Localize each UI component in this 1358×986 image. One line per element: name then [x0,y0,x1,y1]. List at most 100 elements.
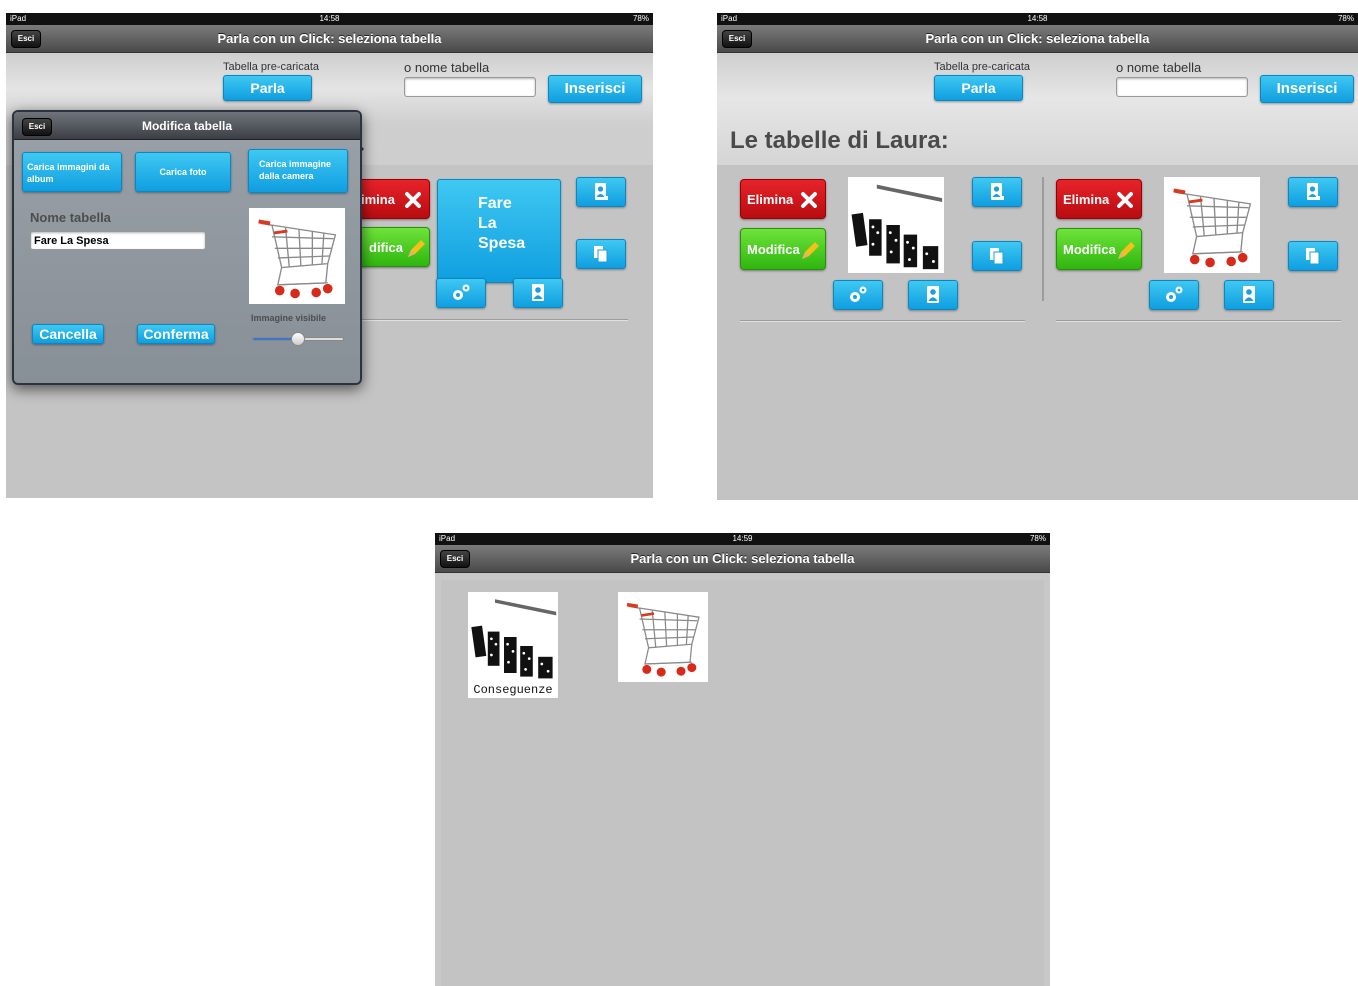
nav-title: Parla con un Click: seleziona tabella [925,31,1150,46]
person-card-icon [989,182,1005,202]
copy-icon [989,246,1005,266]
x-icon [405,192,421,208]
person-card-icon [1305,182,1321,202]
clock: 14:58 [1027,14,1048,23]
settings-button[interactable] [833,280,883,310]
visibility-label: Immagine visibile [251,313,327,323]
edit-button[interactable]: difica [354,227,430,267]
delete-label: imina [361,192,395,207]
edit-button[interactable]: Modifica [1056,228,1142,270]
delete-button[interactable]: imina [354,179,430,219]
visibility-slider[interactable] [252,332,344,346]
load-camera-button[interactable]: Carica immagine dalla camera [248,149,348,193]
open-table-line-2: La [478,215,497,232]
table-thumbnail[interactable] [848,177,944,273]
card-divider [356,319,628,321]
shopping-cart-image [618,592,708,682]
person-icon [1241,285,1257,305]
grid-area: Conseguenze [441,580,1044,986]
load-photo-button[interactable]: Carica foto [135,152,231,192]
status-bar: iPad 14:58 78% [717,13,1358,25]
delete-button[interactable]: Elimina [740,179,826,219]
battery-indicator: 78% [1029,534,1046,543]
profile-card-button[interactable] [1288,177,1338,207]
status-bar: iPad 14:59 78% [435,533,1050,545]
screen-table-grid: iPad 14:59 78% Esci Parla con un Click: … [435,533,1050,986]
x-icon [801,192,817,208]
open-table-line-1: Fare [478,195,512,212]
grid-item[interactable]: Conseguenze [468,592,558,698]
open-table-button[interactable]: Fare La Spesa [437,179,561,283]
copy-button[interactable] [1288,241,1338,271]
copy-button[interactable] [576,239,626,269]
battery-indicator: 78% [1337,14,1354,23]
grid-item-label: Conseguenze [473,683,553,697]
clock: 14:59 [732,534,753,543]
preloaded-table-label: Tabella pre-caricata [934,61,1030,73]
copy-icon [593,244,609,264]
table-image-preview [249,208,345,304]
edit-table-popover: Esci Modifica tabella Carica immagini da… [12,110,362,385]
delete-label: Elimina [747,192,794,207]
visibility-slider-knob[interactable] [291,332,305,346]
nav-bar: Esci Parla con un Click: seleziona tabel… [435,545,1050,573]
pencil-icon [802,242,819,259]
nav-bar: Esci Parla con un Click: seleziona tabel… [6,25,653,53]
tables-area: Elimina Modifica Elimina Modifica [717,165,1358,500]
insert-button[interactable]: Inserisci [1260,75,1354,103]
popover-title: Modifica tabella [141,119,233,133]
speak-button[interactable]: Parla [934,75,1023,101]
edit-label: Modifica [747,242,800,257]
delete-button[interactable]: Elimina [1056,179,1142,219]
edit-label: difica [369,240,403,255]
speak-button[interactable]: Parla [223,75,312,101]
preloaded-table-label: Tabella pre-caricata [223,61,319,73]
dominoes-image [468,592,558,682]
column-divider [1042,177,1044,301]
grid-item[interactable] [618,592,708,682]
insert-button[interactable]: Inserisci [548,75,642,103]
gears-icon [1164,285,1184,305]
open-table-line-3: Spesa [478,235,526,252]
profile-card-button[interactable] [576,177,626,207]
cancel-button[interactable]: Cancella [32,324,104,344]
person-icon [530,283,546,303]
table-selector-bar: Tabella pre-caricata Parla o nome tabell… [717,54,1358,165]
table-name-field-label: Nome tabella [30,210,111,225]
table-name-input[interactable] [1116,77,1248,97]
person-button[interactable] [908,280,958,310]
nav-title: Parla con un Click: seleziona tabella [217,31,442,46]
table-name-label: o nome tabella [404,60,490,75]
copy-button[interactable] [972,241,1022,271]
confirm-button[interactable]: Conferma [137,324,215,344]
screen-table-list: iPad 14:58 78% Esci Parla con un Click: … [717,13,1358,500]
table-name-input[interactable] [404,77,536,97]
copy-icon [1305,246,1321,266]
edit-button[interactable]: Modifica [740,228,826,270]
person-button[interactable] [513,278,563,308]
nav-title: Parla con un Click: seleziona tabella [630,551,855,566]
pencil-icon [1118,242,1135,259]
table-thumbnail[interactable] [1164,177,1260,273]
dominoes-image [848,177,944,273]
table-name-field[interactable] [30,231,206,250]
x-icon [1117,192,1133,208]
delete-label: Elimina [1063,192,1110,207]
person-icon [925,285,941,305]
shopping-cart-image [1164,177,1260,273]
settings-button[interactable] [436,278,486,308]
clock: 14:58 [319,14,340,23]
gears-icon [848,285,868,305]
edit-label: Modifica [1063,242,1116,257]
popover-header: Esci Modifica tabella [14,112,360,140]
shopping-cart-image [249,208,345,304]
person-button[interactable] [1224,280,1274,310]
card-divider [1056,320,1341,322]
profile-card-button[interactable] [972,177,1022,207]
status-bar: iPad 14:58 78% [6,13,653,25]
battery-indicator: 78% [632,14,649,23]
tables-heading: Le tabelle di Laura: [730,127,949,154]
card-divider [740,320,1025,322]
settings-button[interactable] [1149,280,1199,310]
load-album-button[interactable]: Carica immagini da album [22,152,122,192]
